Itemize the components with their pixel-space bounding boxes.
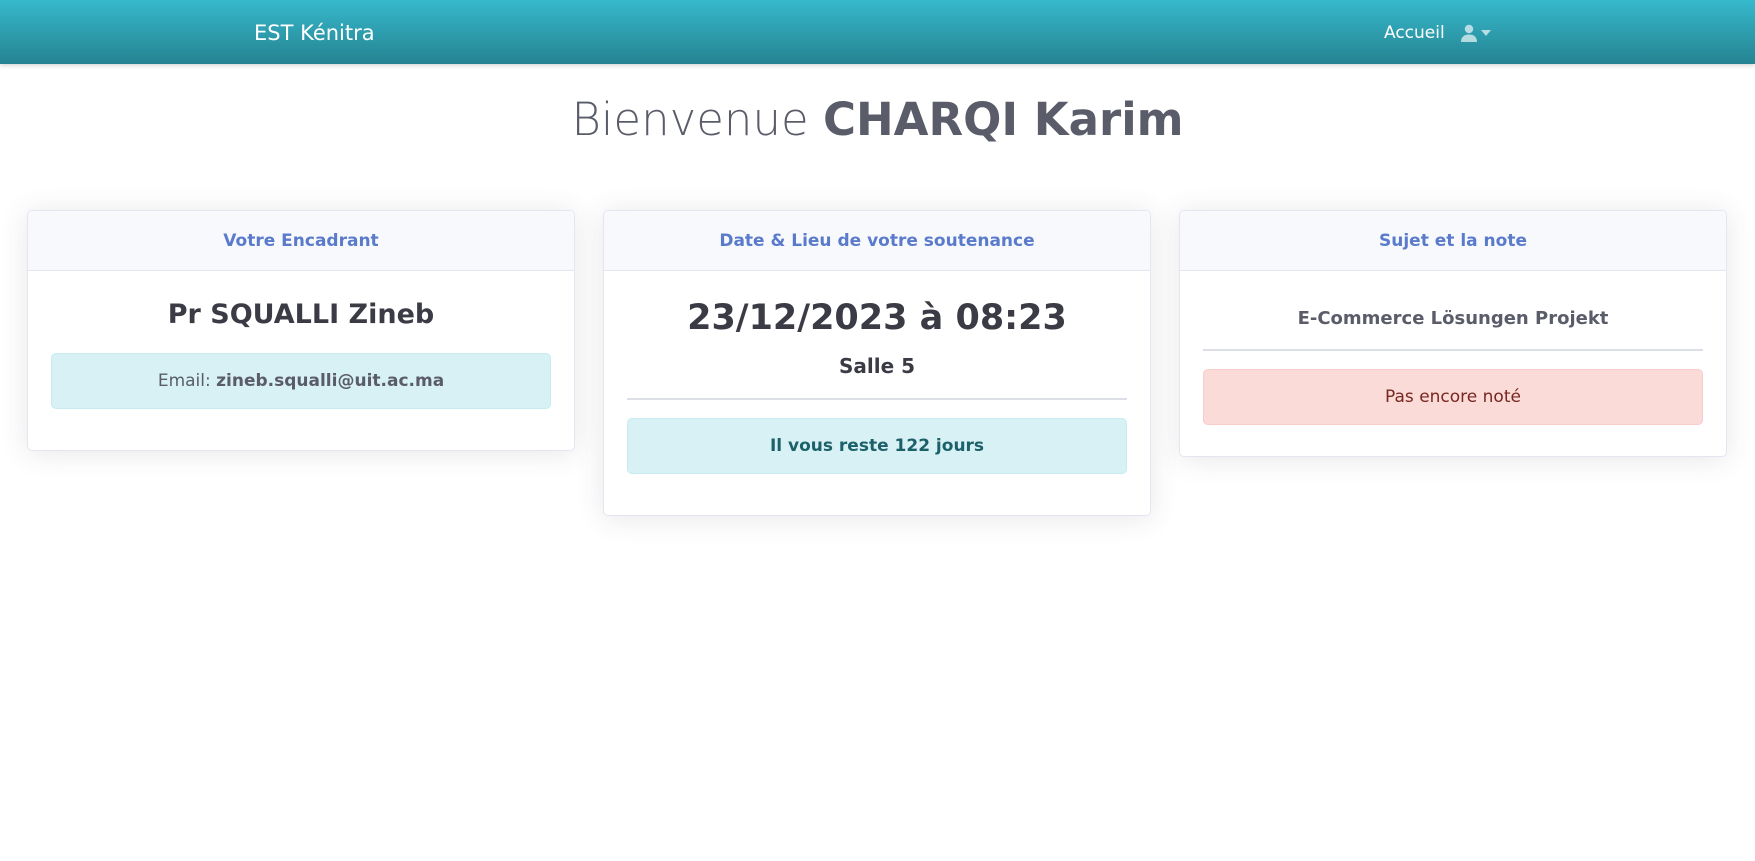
encadrant-email-alert: Email: zineb.squalli@uit.ac.ma — [51, 353, 551, 409]
soutenance-card: Date & Lieu de votre soutenance 23/12/20… — [603, 210, 1151, 516]
divider — [627, 398, 1127, 400]
remaining-days-alert: Il vous reste 122 jours — [627, 418, 1127, 474]
sujet-card-header: Sujet et la note — [1180, 211, 1726, 271]
sujet-card-body: E-Commerce Lösungen Projekt Pas encore n… — [1180, 271, 1726, 449]
email-value: zineb.squalli@uit.ac.ma — [216, 371, 445, 391]
email-label: Email: — [157, 371, 211, 391]
student-name: CHARQI Karim — [822, 93, 1184, 146]
user-icon — [1460, 24, 1477, 42]
brand-link[interactable]: EST Kénitra — [254, 19, 375, 47]
encadrant-name: Pr SQUALLI Zineb — [167, 299, 435, 330]
user-menu-toggle[interactable] — [1460, 24, 1491, 42]
encadrant-card: Votre Encadrant Pr SQUALLI Zineb Email: … — [27, 210, 575, 451]
sujet-card: Sujet et la note E-Commerce Lösungen Pro… — [1179, 210, 1727, 457]
encadrant-card-header: Votre Encadrant — [28, 211, 574, 271]
encadrant-card-body: Pr SQUALLI Zineb Email: zineb.squalli@ui… — [28, 271, 574, 433]
welcome-prefix: Bienvenue — [571, 93, 809, 146]
soutenance-salle: Salle 5 — [838, 354, 916, 378]
page-title: Bienvenue CHARQI Karim — [0, 90, 1755, 150]
top-navbar: EST Kénitra Accueil — [0, 0, 1755, 64]
note-status-alert: Pas encore noté — [1203, 369, 1703, 425]
soutenance-card-body: 23/12/2023 à 08:23 Salle 5 Il vous reste… — [604, 271, 1150, 498]
divider — [1203, 349, 1703, 351]
soutenance-card-header: Date & Lieu de votre soutenance — [604, 211, 1150, 271]
soutenance-date: 23/12/2023 à 08:23 — [687, 298, 1067, 338]
navbar-right: Accueil — [1384, 21, 1491, 45]
caret-down-icon — [1480, 30, 1491, 36]
sujet-title: E-Commerce Lösungen Projekt — [1297, 308, 1609, 329]
nav-link-accueil[interactable]: Accueil — [1384, 21, 1445, 45]
